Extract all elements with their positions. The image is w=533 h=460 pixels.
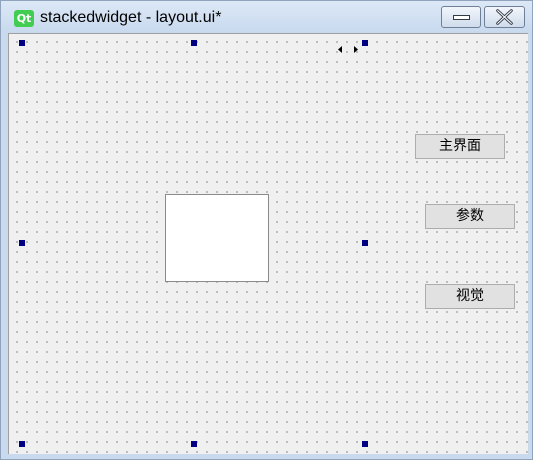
selection-handle-middle-right[interactable]: [362, 240, 368, 246]
selection-handle-middle-left[interactable]: [19, 240, 25, 246]
vision-button[interactable]: 视觉: [425, 284, 515, 309]
close-button[interactable]: [484, 6, 525, 28]
selection-handle-bottom-right[interactable]: [362, 441, 368, 447]
minimize-button[interactable]: [441, 6, 481, 28]
selection-handle-top-center[interactable]: [191, 40, 197, 46]
parameters-button[interactable]: 参数: [425, 204, 515, 229]
stacked-widget[interactable]: [165, 194, 269, 282]
title-bar[interactable]: Qt stackedwidget - layout.ui*: [1, 1, 532, 33]
minimize-icon: [453, 15, 470, 20]
form-canvas[interactable]: 主界面 参数 视觉: [8, 33, 528, 454]
window-title: stackedwidget - layout.ui*: [40, 9, 222, 26]
close-icon: [496, 9, 513, 25]
horizontal-resize-arrows-icon: [338, 46, 358, 53]
designer-form-window: Qt stackedwidget - layout.ui* 主界面 参数 视觉: [0, 0, 533, 460]
qt-logo-icon: Qt: [14, 10, 34, 27]
selection-handle-bottom-center[interactable]: [191, 441, 197, 447]
selection-handle-top-right[interactable]: [362, 40, 368, 46]
selection-handle-top-left[interactable]: [19, 40, 25, 46]
main-interface-button[interactable]: 主界面: [415, 134, 505, 159]
selection-handle-bottom-left[interactable]: [19, 441, 25, 447]
